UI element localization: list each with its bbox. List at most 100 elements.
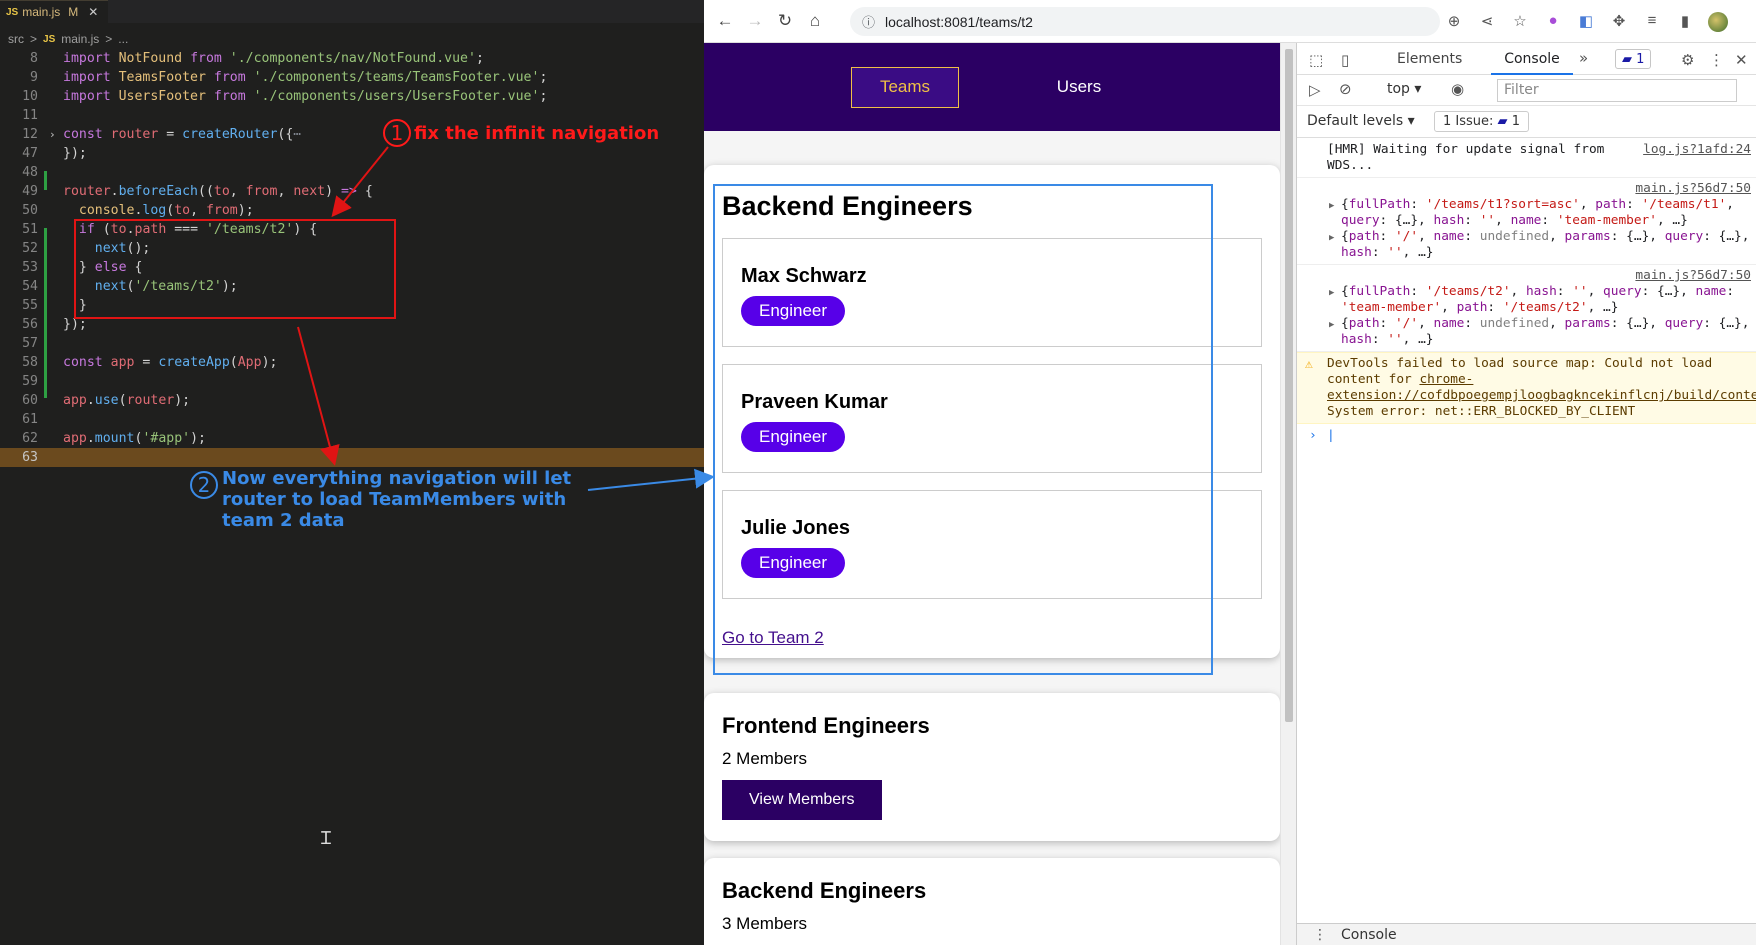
code-line[interactable]: 48 xyxy=(0,163,704,182)
line-number: 12 xyxy=(22,127,38,142)
sidebar-toggle-icon[interactable]: ▷ xyxy=(1309,81,1321,99)
devtools-panel: ⬚ ▯ Elements Console » ▰ 1 ⚙ ⋮ ✕ ▷ ⊘ top… xyxy=(1296,43,1756,945)
zoom-icon[interactable]: ⊕ xyxy=(1444,12,1464,36)
translate-icon[interactable]: ◧ xyxy=(1576,12,1596,36)
inspect-element-icon[interactable]: ⬚ xyxy=(1309,51,1323,69)
line-number: 60 xyxy=(22,393,38,408)
line-text: router.beforeEach((to, from, next) => { xyxy=(63,184,373,199)
line-text: import TeamsFooter from './components/te… xyxy=(63,70,548,85)
expand-triangle-icon[interactable]: ▶ xyxy=(1329,317,1334,333)
more-options-icon[interactable]: ⋮ xyxy=(1709,51,1724,69)
fold-chevron-icon[interactable]: › xyxy=(49,125,56,144)
line-text: const router = createRouter({⋯ xyxy=(63,127,302,142)
expandable-object[interactable]: ▶ {path: '/', name: undefined, params: {…… xyxy=(1327,316,1751,348)
code-line[interactable]: 57 xyxy=(0,334,704,353)
home-icon[interactable]: ⌂ xyxy=(800,11,830,31)
code-line[interactable]: 60 app.use(router); xyxy=(0,391,704,410)
console-input[interactable]: › | xyxy=(1297,424,1756,448)
breadcrumb-folder[interactable]: src xyxy=(8,32,24,46)
go-to-team-2-link[interactable]: Go to Team 2 xyxy=(722,628,824,648)
expandable-object[interactable]: ▶ {fullPath: '/teams/t2', hash: '', query… xyxy=(1327,284,1751,316)
prompt-chevron-icon: › xyxy=(1309,428,1317,443)
modified-indicator: M xyxy=(68,5,79,19)
code-line[interactable]: 10 import UsersFooter from './components/… xyxy=(0,87,704,106)
close-devtools-icon[interactable]: ✕ xyxy=(1735,51,1748,69)
source-link[interactable]: main.js?56d7:50 xyxy=(1635,268,1751,283)
editor-tab-main-js[interactable]: JS main.js M ✕ xyxy=(0,0,108,23)
code-line[interactable]: 50 console.log(to, from); xyxy=(0,201,704,220)
breadcrumb-file[interactable]: main.js xyxy=(61,32,99,46)
nav-teams-link[interactable]: Teams xyxy=(851,66,959,108)
tab-filename: main.js xyxy=(22,5,61,19)
code-line[interactable]: 62 app.mount('#app'); xyxy=(0,429,704,448)
annotation-2: 2 Now everything navigation will let rou… xyxy=(190,468,592,531)
line-number: 53 xyxy=(22,260,38,275)
context-value: top xyxy=(1387,81,1410,97)
breadcrumb-symbol[interactable]: ... xyxy=(118,32,128,46)
messages-badge[interactable]: ▰ 1 xyxy=(1615,49,1652,69)
live-expression-eye-icon[interactable]: ◉ xyxy=(1451,80,1464,98)
levels-value: Default levels xyxy=(1307,113,1404,129)
code-line[interactable]: 58 const app = createApp(App); xyxy=(0,353,704,372)
source-link[interactable]: log.js?1afd:24 xyxy=(1643,142,1751,158)
console-levels-bar: Default levels ▾ 1 Issue: ▰ 1 xyxy=(1297,106,1756,138)
devtools-drawer[interactable]: ⋮ Console xyxy=(1297,923,1756,945)
tab-elements[interactable]: Elements xyxy=(1397,43,1462,75)
code-line[interactable]: 8 import NotFound from './components/nav/… xyxy=(0,49,704,68)
context-select[interactable]: top ▾ xyxy=(1387,81,1421,97)
settings-gear-icon[interactable]: ⚙ xyxy=(1681,51,1694,69)
member-name: Julie Jones xyxy=(741,517,850,539)
line-text: app.use(router); xyxy=(63,393,191,408)
page-viewport[interactable]: Teams Users Backend Engineers Max Schwar… xyxy=(704,43,1280,945)
drawer-menu-icon[interactable]: ⋮ xyxy=(1313,924,1327,945)
forward-icon[interactable]: → xyxy=(740,11,770,31)
line-text: app.mount('#app'); xyxy=(63,431,206,446)
console-messages[interactable]: log.js?1afd:24 [HMR] Waiting for update … xyxy=(1297,139,1756,448)
code-editor[interactable]: JS main.js M ✕ src > JS main.js > ... 8 i… xyxy=(0,0,704,945)
extension-lb-icon[interactable]: ● xyxy=(1543,12,1563,36)
view-members-button[interactable]: View Members xyxy=(722,780,882,820)
source-map-link[interactable]: chrome-extension://cofdbpoegempjloogbagk… xyxy=(1327,372,1756,403)
expand-triangle-icon[interactable]: ▶ xyxy=(1329,198,1334,214)
issues-button[interactable]: 1 Issue: ▰ 1 xyxy=(1434,111,1529,132)
expand-triangle-icon[interactable]: ▶ xyxy=(1329,230,1334,246)
site-info-icon[interactable]: ⓘ xyxy=(862,12,875,31)
console-filter-input[interactable]: Filter xyxy=(1497,79,1737,102)
share-icon[interactable]: ⋖ xyxy=(1477,12,1497,36)
code-line-current[interactable]: 63 xyxy=(0,448,704,467)
console-log-entry: main.js?56d7:50 ▶ {fullPath: '/teams/t1?s… xyxy=(1297,178,1756,265)
log-levels-select[interactable]: Default levels ▾ xyxy=(1307,113,1415,129)
source-link[interactable]: main.js?56d7:50 xyxy=(1635,181,1751,196)
expandable-object[interactable]: ▶ {path: '/', name: undefined, params: {…… xyxy=(1327,229,1751,261)
expandable-object[interactable]: ▶ {fullPath: '/teams/t1?sort=asc', path: … xyxy=(1327,197,1751,229)
media-icon[interactable]: ≡ xyxy=(1642,12,1662,36)
tab-console[interactable]: Console xyxy=(1491,43,1573,75)
back-icon[interactable]: ← xyxy=(710,11,740,31)
more-tabs-icon[interactable]: » xyxy=(1579,49,1588,67)
avatar[interactable] xyxy=(1708,12,1728,36)
code-line[interactable]: 61 xyxy=(0,410,704,429)
line-number: 9 xyxy=(30,70,38,85)
code-line[interactable]: 49 router.beforeEach((to, from, next) => … xyxy=(0,182,704,201)
line-number: 52 xyxy=(22,241,38,256)
line-text: console.log(to, from); xyxy=(78,203,254,218)
star-icon[interactable]: ☆ xyxy=(1510,12,1530,36)
log-text: [HMR] Waiting for update signal from WDS… xyxy=(1327,142,1605,173)
page-scrollbar[interactable] xyxy=(1280,43,1296,945)
clear-console-icon[interactable]: ⊘ xyxy=(1339,80,1352,98)
puzzle-icon[interactable]: ✥ xyxy=(1609,12,1629,36)
reload-icon[interactable]: ↻ xyxy=(770,11,800,31)
sidepanel-icon[interactable]: ▮ xyxy=(1675,12,1695,36)
breadcrumb: src > JS main.js > ... xyxy=(8,29,128,49)
team-name: Frontend Engineers xyxy=(722,713,930,738)
code-line[interactable]: 9 import TeamsFooter from './components/t… xyxy=(0,68,704,87)
nav-users-link[interactable]: Users xyxy=(1025,67,1133,108)
close-tab-icon[interactable]: ✕ xyxy=(88,5,98,19)
expand-triangle-icon[interactable]: ▶ xyxy=(1329,285,1334,301)
device-toolbar-icon[interactable]: ▯ xyxy=(1341,51,1349,69)
drawer-tab-console[interactable]: Console xyxy=(1341,927,1397,943)
member-item: Julie Jones Engineer xyxy=(722,490,1262,599)
code-line[interactable]: 59 xyxy=(0,372,704,391)
address-bar[interactable]: ⓘ localhost:8081/teams/t2 xyxy=(850,7,1440,36)
scrollbar-thumb[interactable] xyxy=(1285,49,1293,722)
